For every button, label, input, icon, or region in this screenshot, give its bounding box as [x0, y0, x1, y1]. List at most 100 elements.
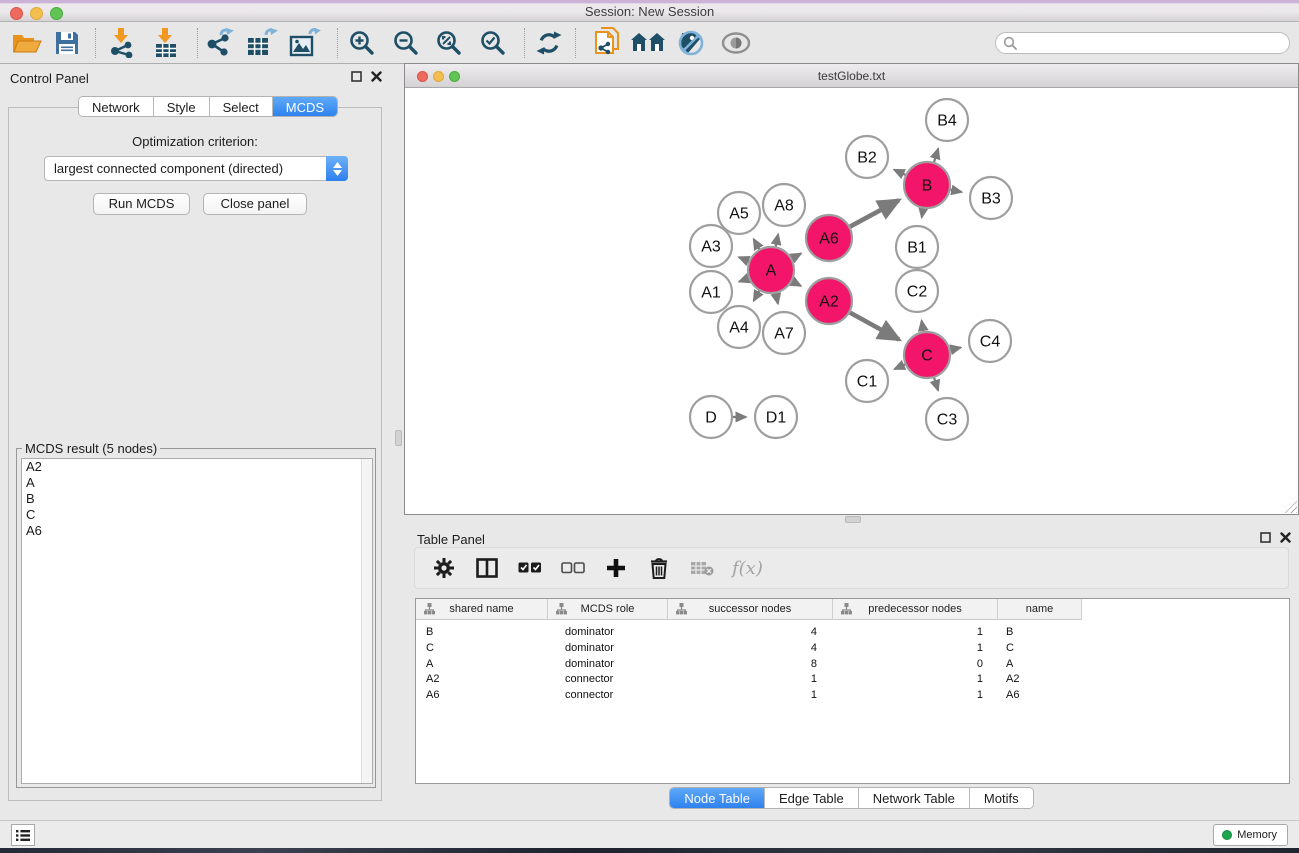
- hide-labels-icon[interactable]: [672, 25, 710, 61]
- network-canvas[interactable]: AA6A2BCA5A8A3A1A4A7B2B4B3B1C2C4C1C3DD1: [405, 88, 1298, 514]
- run-mcds-button[interactable]: Run MCDS: [93, 193, 190, 215]
- column-header-MCDS-role[interactable]: MCDS role: [548, 599, 668, 620]
- export-image-icon[interactable]: [286, 25, 324, 61]
- edge-A-A1[interactable]: [739, 278, 748, 281]
- edge-C-C2[interactable]: [922, 321, 924, 332]
- table-cell[interactable]: 0: [833, 657, 998, 673]
- edge-A-A3[interactable]: [739, 257, 749, 261]
- edge-A-A4[interactable]: [754, 291, 760, 301]
- tab-mcds[interactable]: MCDS: [273, 97, 337, 116]
- table-row[interactable]: A6connector11A6: [416, 688, 1082, 704]
- table-cell[interactable]: A2: [416, 672, 548, 688]
- table-cell[interactable]: A6: [998, 688, 1082, 704]
- table-cell[interactable]: dominator: [548, 625, 668, 641]
- edge-B-B1[interactable]: [922, 209, 923, 218]
- table-cell[interactable]: 1: [833, 641, 998, 657]
- tab-style[interactable]: Style: [154, 97, 210, 116]
- table-row[interactable]: Cdominator41C: [416, 641, 1082, 657]
- tab-select[interactable]: Select: [210, 97, 273, 116]
- save-session-icon[interactable]: [48, 25, 86, 61]
- table-cell[interactable]: 1: [668, 672, 833, 688]
- table-cell[interactable]: A: [416, 657, 548, 673]
- close-panel-icon[interactable]: [371, 71, 382, 82]
- memory-button[interactable]: Memory: [1213, 824, 1288, 846]
- table-cell[interactable]: 1: [833, 672, 998, 688]
- mcds-result-item[interactable]: A: [22, 475, 372, 491]
- delete-column-icon[interactable]: [646, 555, 672, 581]
- edge-A-A2[interactable]: [792, 281, 801, 286]
- mcds-result-item[interactable]: A6: [22, 523, 372, 539]
- vertical-splitter-handle[interactable]: [395, 430, 402, 446]
- close-panel-icon[interactable]: [1280, 532, 1291, 543]
- edge-C-C4[interactable]: [950, 348, 960, 350]
- edge-A-A6[interactable]: [792, 253, 801, 258]
- close-panel-button[interactable]: Close panel: [203, 193, 307, 215]
- search-input[interactable]: [995, 32, 1290, 54]
- edge-B-B2[interactable]: [894, 170, 905, 175]
- create-column-icon[interactable]: [603, 555, 629, 581]
- optimization-criterion-select[interactable]: largest connected component (directed): [44, 156, 348, 181]
- network-graph[interactable]: AA6A2BCA5A8A3A1A4A7B2B4B3B1C2C4C1C3DD1: [405, 88, 1298, 514]
- mcds-result-list[interactable]: A2ABCA6: [21, 458, 373, 784]
- zoom-fit-icon[interactable]: [430, 25, 468, 61]
- open-file-icon[interactable]: [8, 25, 46, 61]
- table-row[interactable]: Bdominator41B: [416, 625, 1082, 641]
- deselect-all-icon[interactable]: [560, 555, 586, 581]
- mcds-result-item[interactable]: B: [22, 491, 372, 507]
- column-header-predecessor-nodes[interactable]: predecessor nodes: [833, 599, 998, 620]
- export-table-icon[interactable]: [243, 25, 281, 61]
- table-cell[interactable]: 1: [833, 625, 998, 641]
- edge-A-A5[interactable]: [754, 239, 760, 249]
- zoom-selected-icon[interactable]: [474, 25, 512, 61]
- edge-A6-B[interactable]: [850, 200, 899, 226]
- refresh-icon[interactable]: [530, 25, 568, 61]
- zoom-out-icon[interactable]: [387, 25, 425, 61]
- table-cell[interactable]: connector: [548, 672, 668, 688]
- table-row[interactable]: A2connector11A2: [416, 672, 1082, 688]
- table-cell[interactable]: dominator: [548, 641, 668, 657]
- clone-network-icon[interactable]: [588, 25, 626, 61]
- import-network-icon[interactable]: [103, 25, 141, 61]
- table-cell[interactable]: A: [998, 657, 1082, 673]
- table-row[interactable]: Adominator80A: [416, 657, 1082, 673]
- task-history-button[interactable]: [11, 824, 35, 846]
- table-cell[interactable]: dominator: [548, 657, 668, 673]
- edge-A-A7[interactable]: [776, 294, 778, 304]
- table-cell[interactable]: 8: [668, 657, 833, 673]
- edge-A2-C[interactable]: [850, 313, 899, 340]
- tab-network[interactable]: Network: [79, 97, 154, 116]
- edge-A-A8[interactable]: [776, 234, 778, 246]
- zoom-in-icon[interactable]: [343, 25, 381, 61]
- show-columns-icon[interactable]: [474, 555, 500, 581]
- node-table[interactable]: shared nameMCDS rolesuccessor nodesprede…: [415, 598, 1290, 784]
- table-settings-gear-icon[interactable]: [431, 555, 457, 581]
- show-graphics-icon[interactable]: [717, 25, 755, 61]
- tab-network-table[interactable]: Network Table: [859, 788, 970, 808]
- select-all-icon[interactable]: [517, 555, 543, 581]
- home-pages-icon[interactable]: [629, 25, 667, 61]
- mcds-result-item[interactable]: A2: [22, 459, 372, 475]
- network-window-titlebar[interactable]: testGlobe.txt: [405, 64, 1298, 88]
- table-cell[interactable]: 4: [668, 625, 833, 641]
- float-panel-icon[interactable]: [351, 71, 362, 82]
- table-cell[interactable]: 1: [833, 688, 998, 704]
- column-header-successor-nodes[interactable]: successor nodes: [668, 599, 833, 620]
- edge-C-C1[interactable]: [895, 365, 905, 370]
- table-cell[interactable]: 1: [668, 688, 833, 704]
- table-cell[interactable]: connector: [548, 688, 668, 704]
- table-cell[interactable]: 4: [668, 641, 833, 657]
- table-cell[interactable]: A2: [998, 672, 1082, 688]
- table-cell[interactable]: C: [998, 641, 1082, 657]
- column-header-shared-name[interactable]: shared name: [416, 599, 548, 620]
- horizontal-splitter-handle[interactable]: [845, 516, 861, 523]
- tab-edge-table[interactable]: Edge Table: [765, 788, 859, 808]
- tab-node-table[interactable]: Node Table: [670, 788, 765, 808]
- export-network-icon[interactable]: [201, 25, 239, 61]
- column-header-name[interactable]: name: [998, 599, 1082, 620]
- table-cell[interactable]: B: [416, 625, 548, 641]
- mcds-result-item[interactable]: C: [22, 507, 372, 523]
- float-panel-icon[interactable]: [1260, 532, 1271, 543]
- table-cell[interactable]: C: [416, 641, 548, 657]
- import-table-icon[interactable]: [147, 25, 185, 61]
- edge-B-B4[interactable]: [934, 149, 938, 162]
